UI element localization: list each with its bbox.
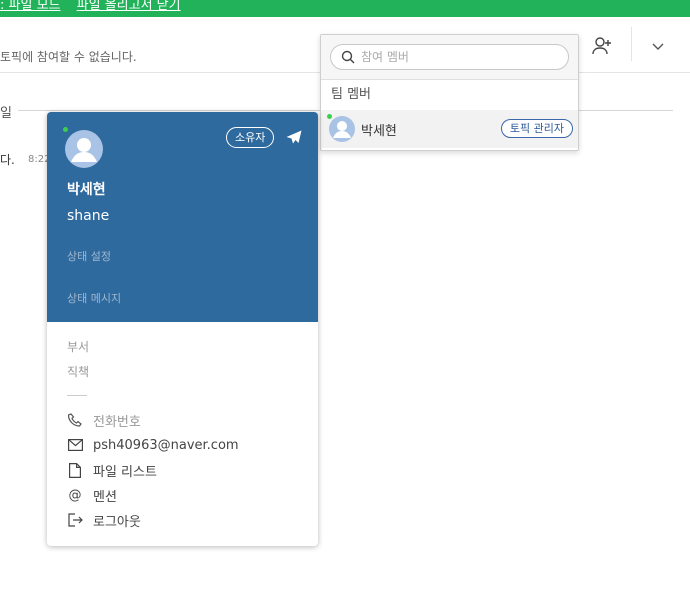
file-icon bbox=[67, 462, 83, 478]
file-list-label: 파일 리스트 bbox=[93, 464, 157, 480]
airplane-icon[interactable] bbox=[285, 129, 303, 147]
top-bar-link-1[interactable]: : 파일 모드 bbox=[0, 0, 61, 13]
add-member-icon bbox=[592, 37, 611, 55]
mention-label: 멘션 bbox=[93, 489, 117, 505]
profile-separator bbox=[67, 395, 87, 396]
topic-admin-badge: 토픽 관리자 bbox=[500, 119, 573, 138]
search-icon bbox=[341, 50, 355, 64]
profile-avatar bbox=[65, 130, 103, 168]
owner-badge: 소유자 bbox=[226, 127, 275, 148]
logout-row[interactable]: 로그아웃 bbox=[67, 511, 141, 530]
logout-icon bbox=[67, 512, 83, 528]
email-value: psh40963@naver.com bbox=[93, 437, 239, 453]
status-setting[interactable]: 상태 설정 bbox=[67, 248, 111, 264]
add-member-button[interactable] bbox=[589, 33, 615, 59]
member-row[interactable]: 박세현 토픽 관리자 bbox=[321, 110, 578, 148]
email-row[interactable]: psh40963@naver.com bbox=[67, 436, 239, 454]
profile-header: 소유자 박세현 shane 상태 설정 상태 메시지 bbox=[47, 112, 318, 322]
member-search-area bbox=[321, 35, 578, 80]
team-members-heading: 팀 멤버 bbox=[331, 87, 372, 102]
mail-icon bbox=[67, 437, 83, 453]
member-search-box[interactable] bbox=[330, 44, 569, 70]
phone-label: 전화번호 bbox=[93, 414, 141, 430]
profile-card: 소유자 박세현 shane 상태 설정 상태 메시지 부서 직책 전화번호 ps… bbox=[47, 112, 318, 546]
more-options-button[interactable] bbox=[645, 33, 671, 59]
status-message[interactable]: 상태 메시지 bbox=[67, 290, 121, 306]
at-icon: @ bbox=[68, 487, 82, 503]
department-field: 부서 bbox=[67, 340, 90, 354]
header-divider bbox=[631, 27, 632, 61]
topic-notice: 토픽에 참여할 수 없습니다. bbox=[0, 50, 137, 64]
top-bar-link-2[interactable]: 파일 올리고서 닫기 bbox=[77, 0, 181, 13]
logout-label: 로그아웃 bbox=[93, 514, 141, 530]
members-dropdown: 팀 멤버 박세현 토픽 관리자 bbox=[320, 34, 579, 151]
member-search-input[interactable] bbox=[361, 50, 551, 64]
phone-icon bbox=[67, 412, 83, 428]
file-list-row[interactable]: 파일 리스트 bbox=[67, 461, 157, 480]
job-title-field: 직책 bbox=[67, 365, 90, 379]
top-notification-bar: : 파일 모드 파일 올리고서 닫기 bbox=[0, 0, 690, 17]
phone-row: 전화번호 bbox=[67, 411, 141, 430]
profile-id: shane bbox=[67, 208, 110, 224]
mention-row[interactable]: @ 멘션 bbox=[67, 486, 117, 505]
online-indicator bbox=[327, 114, 332, 119]
avatar bbox=[329, 116, 355, 142]
message-text: 다. bbox=[0, 153, 15, 167]
day-label: 일 bbox=[0, 106, 12, 121]
top-bar-links: : 파일 모드 파일 올리고서 닫기 bbox=[0, 0, 193, 13]
profile-name: 박세현 bbox=[67, 182, 106, 198]
member-name: 박세현 bbox=[361, 123, 397, 139]
chevron-down-icon bbox=[652, 43, 664, 50]
